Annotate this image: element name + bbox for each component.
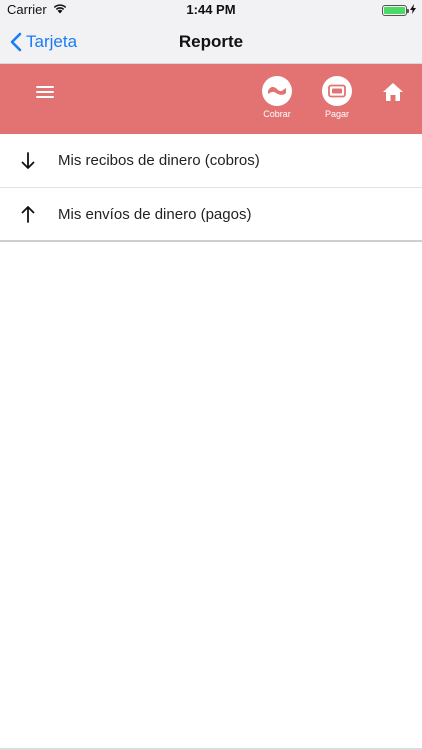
list-item-label: Mis recibos de dinero (cobros) [58,152,260,169]
status-time: 1:44 PM [186,2,236,17]
status-bar: Carrier 1:44 PM [0,0,422,20]
cobrar-label: Cobrar [263,109,291,119]
action-toolbar: Cobrar Pagar [0,64,422,134]
arrow-down-icon [21,151,35,169]
pagar-button[interactable]: Pagar [312,76,362,128]
pagar-icon [322,76,352,106]
cobrar-button[interactable]: Cobrar [252,76,302,128]
list-item-envios[interactable]: Mis envíos de dinero (pagos) [0,187,422,240]
charging-bolt-icon [410,4,416,17]
pagar-label: Pagar [324,109,350,119]
list-item-label: Mis envíos de dinero (pagos) [58,205,252,223]
battery-icon [382,5,409,16]
status-right [382,4,416,17]
list-item-recibos[interactable]: Mis recibos de dinero (cobros) [0,134,422,187]
back-button[interactable]: Tarjeta [10,20,77,63]
home-icon[interactable] [382,82,406,104]
chevron-left-icon [10,32,22,51]
report-list: Mis recibos de dinero (cobros) Mis envío… [0,134,422,242]
arrow-up-icon [21,206,35,223]
cobrar-icon [262,76,292,106]
menu-icon[interactable] [36,84,56,100]
navigation-bar: Tarjeta Reporte [0,20,422,64]
back-button-label: Tarjeta [26,31,78,51]
